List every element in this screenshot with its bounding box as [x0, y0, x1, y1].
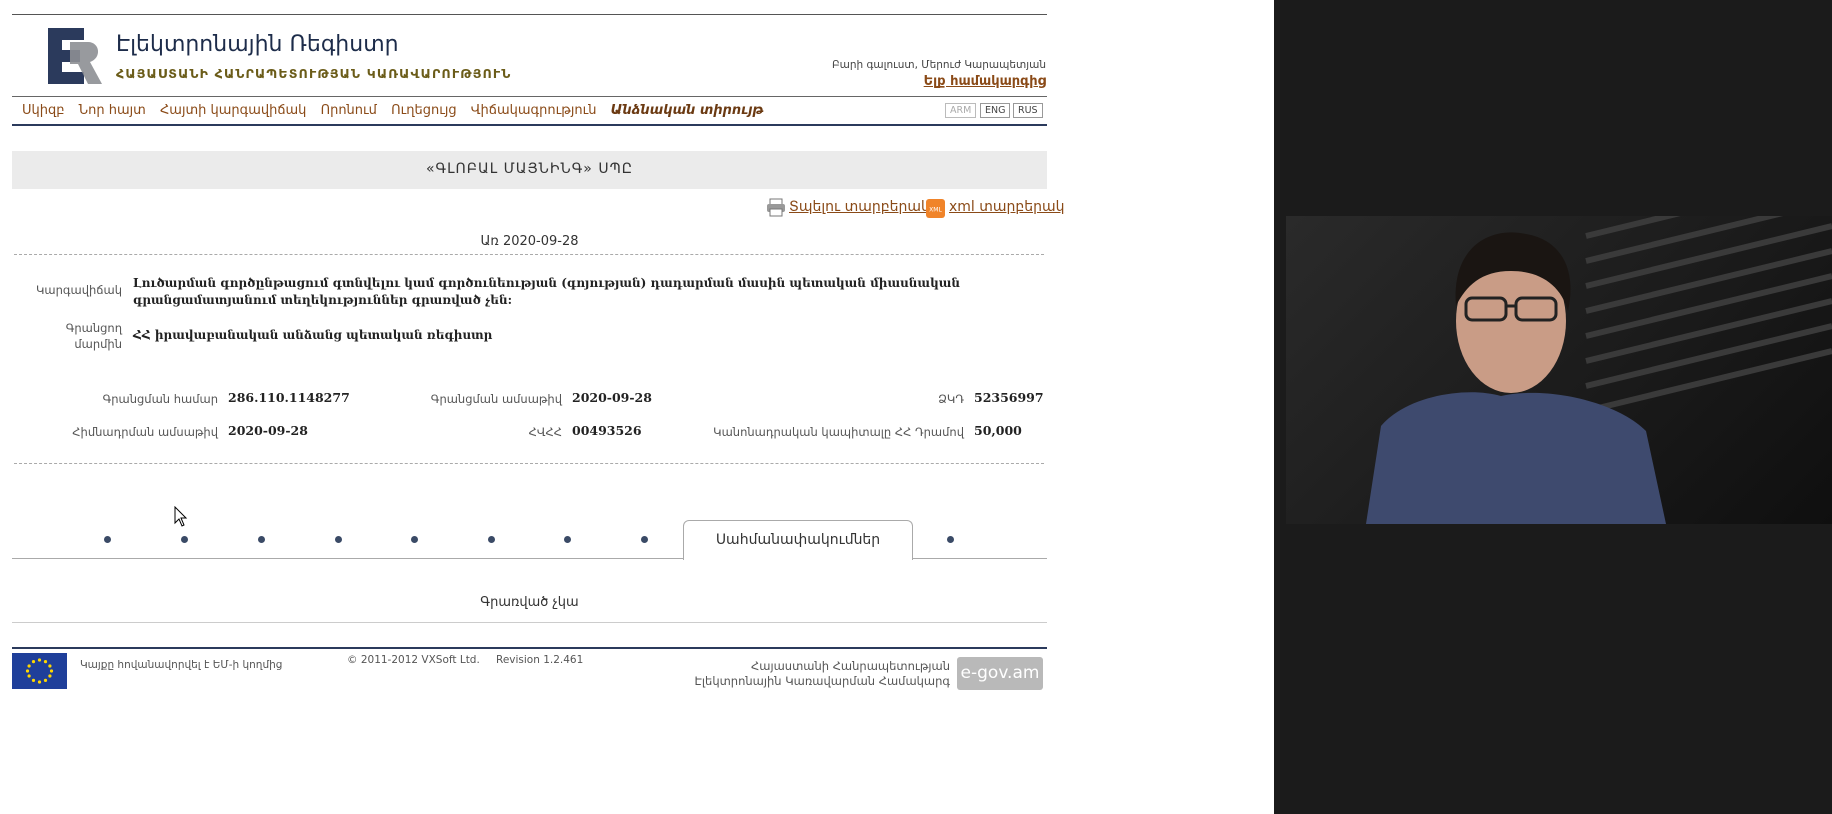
dashed-divider-2 — [14, 463, 1044, 464]
nav-statistics[interactable]: Վիճակագրություն — [471, 103, 597, 118]
site-subtitle: ՀԱՅԱՍՏԱՆԻ ՀԱՆՐԱՊԵՏՈՒԹՅԱՆ ԿԱՌԱՎԱՐՈՒԹՅՈՒՆ — [116, 66, 512, 81]
tab-dot-6[interactable] — [488, 536, 495, 543]
top-border — [12, 14, 1047, 15]
content-bottom-line — [12, 622, 1047, 623]
zkd-value: 52356997 — [974, 390, 1044, 405]
registrar-value: ՀՀ իրավաբանական անձանց պետական ռեգիստր — [133, 328, 493, 342]
tab-dot-4[interactable] — [335, 536, 342, 543]
nav-personal-area[interactable]: Անձնական տիրույթ — [611, 103, 764, 118]
registrar-label: Գրանցող մարմին — [65, 321, 122, 351]
eu-sponsor-text: Կայքը հովանավորվել է ԵՄ-ի կողմից — [80, 659, 283, 671]
webcam-video-feed — [1286, 216, 1832, 524]
tab-dot-7[interactable] — [564, 536, 571, 543]
nav-top-divider — [12, 96, 1047, 97]
mouse-cursor-icon — [174, 506, 188, 527]
xml-file-icon[interactable]: XML — [926, 199, 945, 218]
status-label: Կարգավիճակ — [36, 283, 122, 297]
main-nav: Սկիզբ Նոր հայտ Հայտի կարգավիճակ Որոնում … — [22, 103, 773, 118]
capital-value: 50,000 — [974, 423, 1022, 438]
tab-content-empty: Գրառված չկա — [480, 595, 579, 610]
zkd-label: ՁԿԴ — [938, 392, 964, 406]
reg-number-value: 286.110.1148277 — [228, 390, 350, 405]
founding-date-value: 2020-09-28 — [228, 423, 308, 438]
nav-bottom-divider — [12, 124, 1047, 126]
tab-dot-2[interactable] — [181, 536, 188, 543]
registry-logo — [48, 28, 102, 84]
print-version-link[interactable]: Տպելու տարբերակ — [789, 199, 930, 215]
gov-line-2: Էլեկտրոնային Կառավարման Համակարգ — [694, 674, 950, 688]
xml-version-link[interactable]: xml տարբերակ — [949, 199, 1065, 215]
printer-icon[interactable] — [766, 198, 786, 217]
company-name: «ԳԼՈԲԱԼ ՄԱՅՆԻՆԳ» ՍՊԸ — [425, 161, 634, 177]
tin-value: 00493526 — [572, 423, 642, 438]
reg-number-label: Գրանցման համար — [102, 392, 218, 406]
eu-flag — [12, 653, 67, 689]
nav-search[interactable]: Որոնում — [321, 103, 377, 118]
dashed-divider-1 — [14, 254, 1044, 255]
webcam-person-image — [1366, 216, 1832, 524]
tab-dot-1[interactable] — [104, 536, 111, 543]
welcome-text: Բարի գալուստ, Մերուժ Կարապետյան — [831, 59, 1046, 71]
egov-logo[interactable]: e-gov.am — [957, 657, 1043, 690]
founding-date-label: Հիմնադրման ամսաթիվ — [72, 425, 218, 439]
capital-label: Կանոնադրական կապիտալը ՀՀ Դրամով — [713, 425, 964, 439]
nav-new-application[interactable]: Նոր հայտ — [79, 103, 146, 118]
as-of-date: Առ 2020-09-28 — [480, 234, 579, 249]
lang-rus-button[interactable]: RUS — [1013, 103, 1043, 118]
nav-guide[interactable]: Ուղեցույց — [391, 103, 457, 118]
nav-home[interactable]: Սկիզբ — [22, 103, 65, 118]
tab-dot-3[interactable] — [258, 536, 265, 543]
tab-dot-5[interactable] — [411, 536, 418, 543]
reg-date-value: 2020-09-28 — [572, 390, 652, 405]
gov-line-1: Հայաստանի Հանրապետության — [751, 659, 950, 673]
revision-text: Revision 1.2.461 — [496, 654, 584, 666]
svg-text:XML: XML — [929, 207, 942, 214]
lang-arm-button[interactable]: ARM — [945, 103, 977, 118]
tab-restrictions[interactable]: Սահմանափակումներ — [683, 520, 913, 560]
status-value: Լուծարման գործընթացում գտնվելու կամ գործ… — [133, 276, 960, 307]
reg-date-label: Գրանցման ամսաթիվ — [430, 392, 562, 406]
eu-stars-icon — [25, 658, 54, 684]
copyright-text: © 2011-2012 VXSoft Ltd. — [347, 654, 480, 666]
site-title: Էլեկտրոնային Ռեգիստր — [116, 32, 399, 57]
lang-eng-button[interactable]: ENG — [980, 103, 1011, 118]
footer-top-line — [12, 647, 1047, 649]
tin-label: ՀՎՀՀ — [528, 425, 562, 439]
browser-page: Էլեկտրոնային Ռեգիստր ՀԱՅԱՍՏԱՆԻ ՀԱՆՐԱՊԵՏՈ… — [0, 0, 1274, 814]
logout-link[interactable]: Ելք համակարգից — [924, 74, 1046, 89]
tab-dot-9[interactable] — [947, 536, 954, 543]
tab-dot-8[interactable] — [641, 536, 648, 543]
nav-application-status[interactable]: Հայտի կարգավիճակ — [160, 103, 306, 118]
